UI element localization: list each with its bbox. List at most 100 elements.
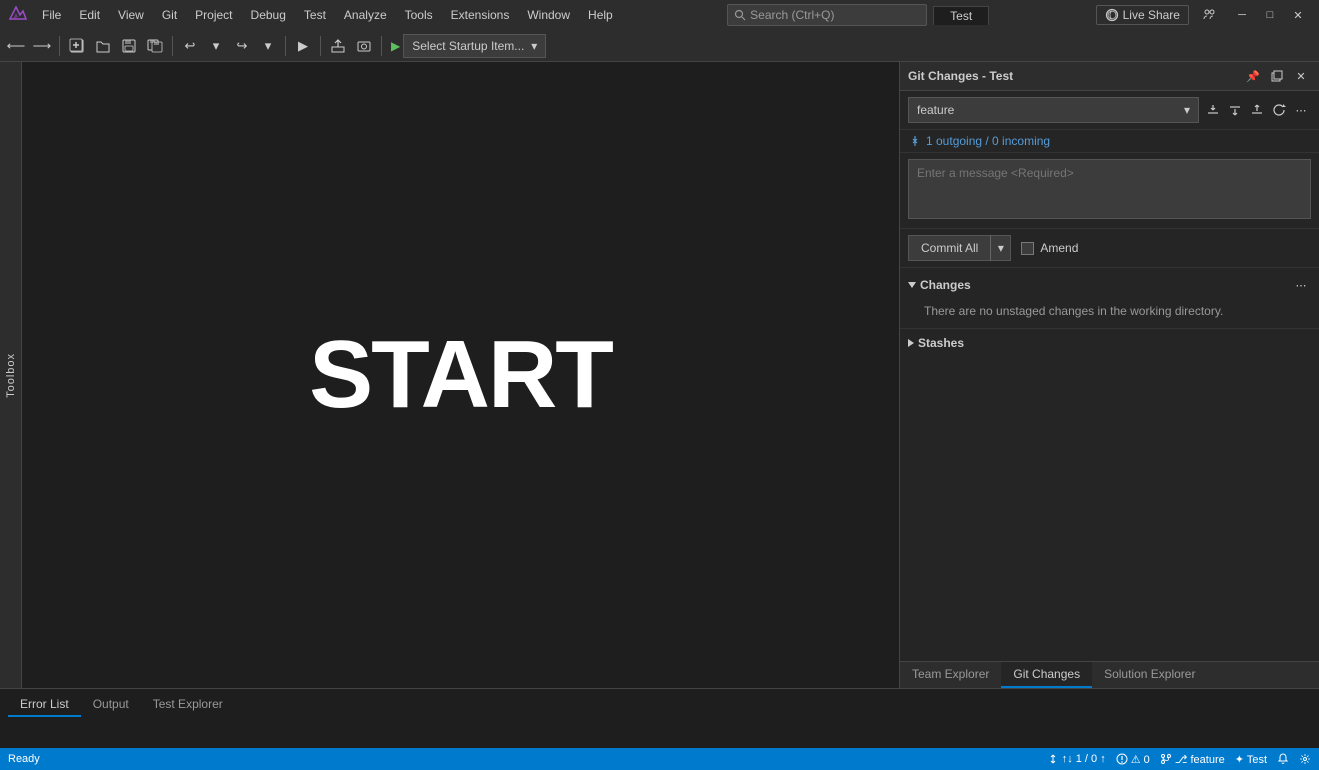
project-name-status: ✦ Test — [1235, 753, 1267, 766]
tab-git-changes[interactable]: Git Changes — [1001, 662, 1092, 688]
tab-error-list[interactable]: Error List — [8, 693, 81, 717]
menu-git[interactable]: Git — [154, 6, 185, 24]
status-sync[interactable]: ↑↓ 1 / 0 ↑ — [1047, 753, 1106, 765]
sync-count: ↑↓ 1 / 0 ↑ — [1062, 753, 1106, 765]
commit-all-label: Commit All — [909, 235, 990, 261]
amend-label: Amend — [1040, 241, 1078, 255]
refresh-icon[interactable] — [1269, 100, 1289, 120]
stashes-header[interactable]: Stashes — [908, 333, 1311, 353]
more-options-icon[interactable]: ⋯ — [1291, 100, 1311, 120]
toolbar: ⟵ ⟶ ↩ ▾ ↪ ▾ ▶ ▶ Select Startup Item... ▾ — [0, 30, 1319, 62]
live-share-icon — [1105, 8, 1119, 22]
branch-dropdown[interactable]: feature ▾ — [908, 97, 1199, 123]
changes-section: Changes ⋯ There are no unstaged changes … — [900, 268, 1319, 329]
minimize-button[interactable]: ─ — [1229, 4, 1255, 26]
title-bar-left: File Edit View Git Project Debug Test An… — [8, 5, 621, 25]
search-placeholder: Search (Ctrl+Q) — [750, 8, 834, 22]
menu-analyze[interactable]: Analyze — [336, 6, 395, 24]
pin-icon[interactable]: 📌 — [1243, 66, 1263, 86]
status-errors[interactable]: ⚠ 0 — [1116, 753, 1150, 766]
live-share-label: Live Share — [1123, 8, 1180, 22]
fetch-icon[interactable] — [1203, 100, 1223, 120]
maximize-button[interactable]: □ — [1257, 4, 1283, 26]
amend-row: Amend — [1021, 241, 1078, 255]
git-panel-header: Git Changes - Test 📌 ✕ — [900, 62, 1319, 91]
window-controls: ─ □ ✕ — [1229, 4, 1311, 26]
changes-more-icon[interactable]: ⋯ — [1291, 275, 1311, 295]
collab-icon[interactable] — [1197, 3, 1221, 27]
tab-team-explorer[interactable]: Team Explorer — [900, 662, 1001, 688]
bottom-content-area — [0, 717, 1319, 748]
stashes-expand-icon — [908, 339, 914, 347]
save-button[interactable] — [117, 34, 141, 58]
push-icon[interactable] — [1247, 100, 1267, 120]
title-bar: File Edit View Git Project Debug Test An… — [0, 0, 1319, 30]
startup-label: Select Startup Item... — [412, 39, 524, 53]
float-icon[interactable] — [1267, 66, 1287, 86]
sync-row: 1 outgoing / 0 incoming — [900, 130, 1319, 153]
menu-file[interactable]: File — [34, 6, 69, 24]
undo-button[interactable]: ↩ — [178, 34, 202, 58]
undo-dropdown[interactable]: ▾ — [204, 34, 228, 58]
menu-edit[interactable]: Edit — [71, 6, 108, 24]
title-bar-center: Search (Ctrl+Q) Test — [727, 4, 989, 26]
tab-solution-explorer[interactable]: Solution Explorer — [1092, 662, 1207, 688]
new-solution-button[interactable] — [65, 34, 89, 58]
back-button[interactable]: ⟵ — [4, 34, 28, 58]
sync-status-icon — [1047, 753, 1059, 765]
changes-header-left: Changes — [908, 278, 971, 292]
toolbox-label: Toolbox — [5, 353, 17, 398]
commit-all-button[interactable]: Commit All ▾ — [908, 235, 1011, 261]
redo-dropdown[interactable]: ▾ — [256, 34, 280, 58]
status-extra — [1299, 753, 1311, 765]
changes-collapse-icon — [908, 282, 916, 288]
branch-name-status: ⎇ feature — [1175, 753, 1225, 766]
open-button[interactable] — [91, 34, 115, 58]
menu-extensions[interactable]: Extensions — [443, 6, 518, 24]
changes-header[interactable]: Changes ⋯ — [908, 272, 1311, 298]
run-button[interactable]: ▶ — [291, 34, 315, 58]
screenshot-button[interactable] — [352, 34, 376, 58]
toolbox-sidebar[interactable]: Toolbox — [0, 62, 22, 688]
status-branch[interactable]: ⎇ feature — [1160, 753, 1225, 766]
commit-message-input[interactable] — [908, 159, 1311, 219]
branch-icon — [1160, 753, 1172, 765]
publish-button[interactable] — [326, 34, 350, 58]
close-panel-button[interactable]: ✕ — [1291, 66, 1311, 86]
save-all-button[interactable] — [143, 34, 167, 58]
tab-test-explorer[interactable]: Test Explorer — [141, 693, 235, 717]
pull-icon[interactable] — [1225, 100, 1245, 120]
git-panel-actions: 📌 ✕ — [1243, 66, 1311, 86]
tab-output[interactable]: Output — [81, 693, 141, 717]
menu-test[interactable]: Test — [296, 6, 334, 24]
menu-tools[interactable]: Tools — [397, 6, 441, 24]
bell-icon — [1277, 753, 1289, 765]
changes-title: Changes — [920, 278, 971, 292]
search-box[interactable]: Search (Ctrl+Q) — [727, 4, 927, 26]
git-changes-panel: Git Changes - Test 📌 ✕ feature ▾ — [899, 62, 1319, 688]
menu-view[interactable]: View — [110, 6, 152, 24]
menu-project[interactable]: Project — [187, 6, 240, 24]
forward-button[interactable]: ⟶ — [30, 34, 54, 58]
project-tab[interactable]: Test — [933, 6, 989, 25]
menu-debug[interactable]: Debug — [243, 6, 294, 24]
status-bar: Ready ↑↓ 1 / 0 ↑ ⚠ 0 ⎇ feature ✦ Test — [0, 748, 1319, 770]
redo-button[interactable]: ↪ — [230, 34, 254, 58]
menu-help[interactable]: Help — [580, 6, 621, 24]
menu-window[interactable]: Window — [519, 6, 578, 24]
stashes-title: Stashes — [918, 336, 964, 350]
commit-dropdown-arrow[interactable]: ▾ — [990, 235, 1010, 261]
live-share-button[interactable]: Live Share — [1096, 5, 1189, 25]
amend-checkbox[interactable] — [1021, 242, 1034, 255]
menu-bar: File Edit View Git Project Debug Test An… — [34, 6, 621, 24]
editor-area[interactable]: START — [22, 62, 899, 688]
git-panel-title: Git Changes - Test — [908, 69, 1013, 83]
search-icon — [734, 9, 746, 21]
sync-link[interactable]: 1 outgoing / 0 incoming — [926, 134, 1050, 148]
startup-dropdown[interactable]: Select Startup Item... ▾ — [403, 34, 546, 58]
status-project[interactable]: ✦ Test — [1235, 753, 1267, 766]
bottom-panel: Error List Output Test Explorer — [0, 688, 1319, 748]
close-button[interactable]: ✕ — [1285, 4, 1311, 26]
status-bell[interactable] — [1277, 753, 1289, 765]
toolbar-separator-2 — [172, 36, 173, 56]
